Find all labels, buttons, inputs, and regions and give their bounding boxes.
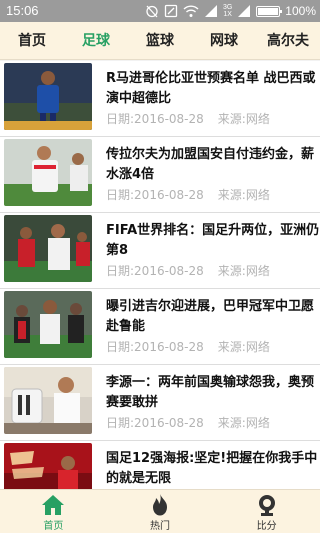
news-title: FIFA世界排名：国足升两位，亚洲仍第8 xyxy=(106,223,320,258)
tab-basketball[interactable]: 篮球 xyxy=(128,22,192,59)
news-thumbnail xyxy=(4,139,92,206)
nav-score[interactable]: 比分 xyxy=(213,490,320,533)
news-date: 日期:2016-08-28 xyxy=(106,188,204,202)
news-title: 传拉尔夫为加盟国安自付违约金，薪水涨4倍 xyxy=(106,147,315,182)
alarm-off-icon xyxy=(146,5,158,18)
news-title: 国足12强海报:坚定!把握在你我手中的就是无限 xyxy=(106,451,318,486)
bottom-nav: 首页 热门 比分 xyxy=(0,489,320,533)
signal-icon xyxy=(204,5,217,17)
nav-home[interactable]: 首页 xyxy=(0,490,107,533)
news-meta: 日期:2016-08-28 来源:网络 xyxy=(106,262,270,279)
news-thumbnail xyxy=(4,443,92,489)
nav-home-label: 首页 xyxy=(43,521,64,532)
status-time: 15:06 xyxy=(6,3,39,18)
signal-icon-2 xyxy=(238,5,251,17)
tab-football[interactable]: 足球 xyxy=(64,22,128,59)
tab-home[interactable]: 首页 xyxy=(0,22,64,59)
news-source: 来源:网络 xyxy=(217,340,270,354)
home-icon xyxy=(42,495,65,515)
news-list: R马进哥伦比亚世预赛名单 战巴西或演中超德比 日期:2016-08-28 来源:网… xyxy=(0,61,320,489)
news-source: 来源:网络 xyxy=(217,112,270,126)
news-item[interactable]: R马进哥伦比亚世预赛名单 战巴西或演中超德比 日期:2016-08-28 来源:网… xyxy=(0,61,320,137)
news-date: 日期:2016-08-28 xyxy=(106,416,204,430)
news-title: R马进哥伦比亚世预赛名单 战巴西或演中超德比 xyxy=(106,71,316,106)
status-icons: 3G 1X 100% xyxy=(145,3,316,19)
trophy-icon xyxy=(258,495,275,516)
news-source: 来源:网络 xyxy=(217,264,270,278)
status-bar: 15:06 3G 1X 100% xyxy=(0,0,320,22)
battery-icon xyxy=(256,5,283,17)
news-thumbnail xyxy=(4,63,92,130)
news-date: 日期:2016-08-28 xyxy=(106,264,204,278)
news-item[interactable]: 传拉尔夫为加盟国安自付违约金，薪水涨4倍 日期:2016-08-28 来源:网络 xyxy=(0,137,320,213)
nav-hot[interactable]: 热门 xyxy=(107,490,214,533)
news-date: 日期:2016-08-28 xyxy=(106,112,204,126)
news-meta: 日期:2016-08-28 来源:网络 xyxy=(106,414,270,431)
tab-golf[interactable]: 高尔夫 xyxy=(256,22,320,59)
news-thumbnail xyxy=(4,291,92,358)
news-meta: 日期:2016-08-28 来源:网络 xyxy=(106,110,270,127)
news-title: 曝引进吉尔迎进展，巴甲冠军中卫愿赴鲁能 xyxy=(106,299,315,334)
news-item[interactable]: 曝引进吉尔迎进展，巴甲冠军中卫愿赴鲁能 日期:2016-08-28 来源:网络 xyxy=(0,289,320,365)
nav-score-label: 比分 xyxy=(256,521,277,532)
wifi-icon xyxy=(183,5,199,17)
tab-tennis[interactable]: 网球 xyxy=(192,22,256,59)
news-thumbnail xyxy=(4,367,92,434)
news-meta: 日期:2016-08-28 来源:网络 xyxy=(106,186,270,203)
news-meta: 日期:2016-08-28 来源:网络 xyxy=(106,338,270,355)
flame-icon xyxy=(153,494,167,516)
news-source: 来源:网络 xyxy=(217,416,270,430)
category-tabs: 首页 足球 篮球 网球 高尔夫 xyxy=(0,22,320,60)
network-type: 3G 1X xyxy=(222,4,233,18)
nav-hot-label: 热门 xyxy=(150,521,170,532)
news-item[interactable]: 李源一：两年前国奥输球怨我，奥预赛要敢拼 日期:2016-08-28 来源:网络 xyxy=(0,365,320,441)
news-thumbnail xyxy=(4,215,92,282)
news-title: 李源一：两年前国奥输球怨我，奥预赛要敢拼 xyxy=(106,375,315,410)
battery-percent: 100% xyxy=(285,4,316,18)
news-source: 来源:网络 xyxy=(217,188,270,202)
news-date: 日期:2016-08-28 xyxy=(106,340,204,354)
news-item[interactable]: FIFA世界排名：国足升两位，亚洲仍第8 日期:2016-08-28 来源:网络 xyxy=(0,213,320,289)
news-item[interactable]: 国足12强海报:坚定!把握在你我手中的就是无限 xyxy=(0,441,320,489)
compass-icon xyxy=(164,4,178,18)
